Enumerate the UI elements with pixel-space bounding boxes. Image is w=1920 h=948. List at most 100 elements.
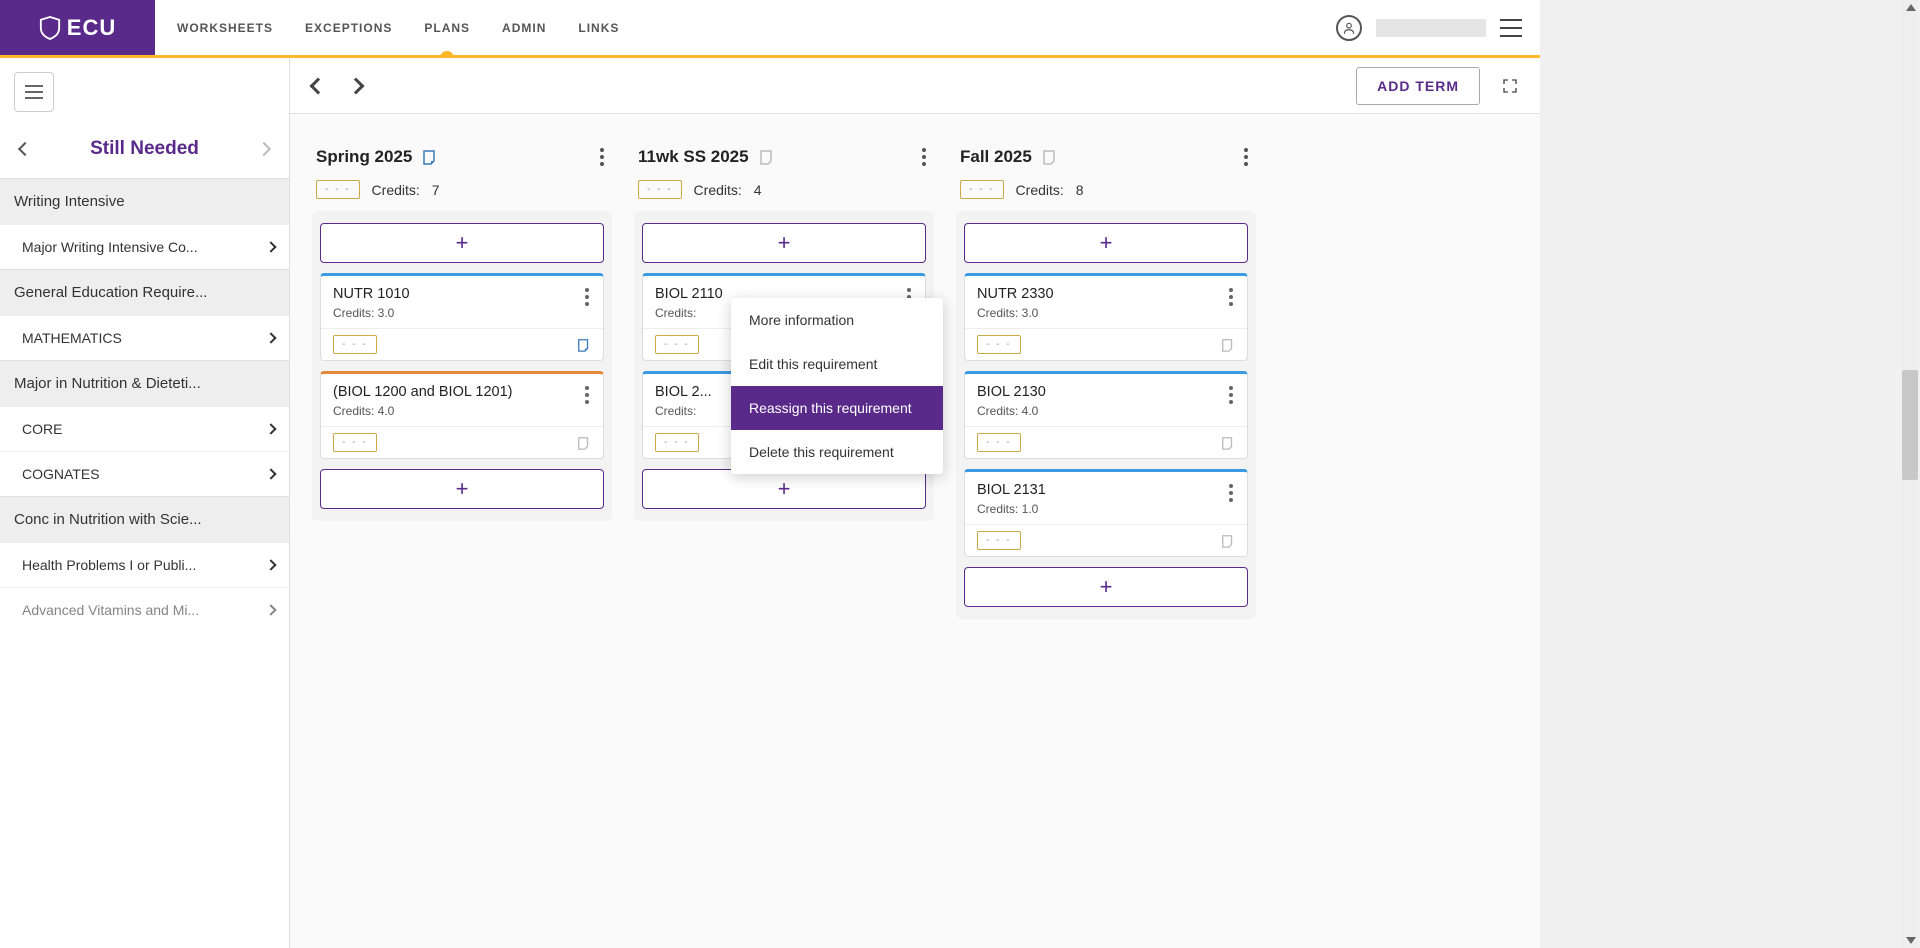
sidebar-list[interactable]: Writing Intensive Major Writing Intensiv…: [0, 178, 289, 948]
sidebar-item[interactable]: CORE: [0, 406, 289, 451]
add-course-button[interactable]: +: [320, 223, 604, 263]
course-credits: Credits: 4.0: [333, 404, 513, 418]
sidebar-item[interactable]: Advanced Vitamins and Mi...: [0, 587, 289, 632]
terms-prev-icon[interactable]: [310, 77, 327, 94]
note-icon[interactable]: [1221, 436, 1235, 450]
note-icon[interactable]: [1042, 149, 1058, 165]
term-title: Spring 2025: [316, 147, 412, 167]
course-name: BIOL 2130: [977, 384, 1046, 400]
course-card[interactable]: NUTR 1010 Credits: 3.0 - - -: [320, 273, 604, 361]
course-more-icon[interactable]: [1227, 286, 1235, 308]
term-credits-value: 8: [1076, 182, 1084, 198]
fullscreen-icon[interactable]: [1502, 78, 1518, 94]
nav-admin[interactable]: ADMIN: [502, 21, 546, 35]
sidebar-item[interactable]: COGNATES: [0, 451, 289, 496]
brand-logo[interactable]: ECU: [0, 0, 155, 55]
note-icon[interactable]: [759, 149, 775, 165]
sidebar-toggle-button[interactable]: [14, 72, 54, 112]
course-card[interactable]: BIOL 2130 Credits: 4.0 - - -: [964, 371, 1248, 459]
add-course-button[interactable]: +: [964, 567, 1248, 607]
person-icon: [1342, 21, 1356, 35]
course-more-icon[interactable]: [1227, 384, 1235, 406]
term-more-icon[interactable]: [1240, 144, 1252, 170]
sidebar-item[interactable]: MATHEMATICS: [0, 315, 289, 360]
sidebar-group: General Education Require...: [0, 269, 289, 315]
chevron-right-icon: [265, 468, 276, 479]
add-course-button[interactable]: +: [320, 469, 604, 509]
grade-placeholder: - - -: [977, 335, 1021, 354]
term-column: Spring 2025 - - - Credits: 7 +: [312, 144, 612, 918]
course-name: (BIOL 1200 and BIOL 1201): [333, 384, 513, 400]
sidebar-group: Major in Nutrition & Dieteti...: [0, 360, 289, 406]
ctx-edit-requirement[interactable]: Edit this requirement: [731, 342, 943, 386]
sidebar-title: Still Needed: [90, 138, 199, 160]
brand-text: ECU: [67, 15, 116, 41]
course-credits: Credits: 4.0: [977, 404, 1046, 418]
add-course-button[interactable]: +: [642, 469, 926, 509]
user-name-placeholder: [1376, 19, 1486, 37]
user-icon[interactable]: [1336, 15, 1362, 41]
ctx-reassign-requirement[interactable]: Reassign this requirement: [731, 386, 943, 430]
course-card[interactable]: BIOL 2131 Credits: 1.0 - - -: [964, 469, 1248, 557]
term-column: Fall 2025 - - - Credits: 8 +: [956, 144, 1256, 918]
nav-links-item[interactable]: LINKS: [578, 21, 619, 35]
scroll-up-icon[interactable]: [1906, 4, 1916, 11]
course-more-icon[interactable]: [1227, 482, 1235, 504]
grade-placeholder: - - -: [333, 433, 377, 452]
note-icon[interactable]: [1221, 338, 1235, 352]
nav-exceptions[interactable]: EXCEPTIONS: [305, 21, 392, 35]
course-card[interactable]: (BIOL 1200 and BIOL 1201) Credits: 4.0 -…: [320, 371, 604, 459]
chevron-right-icon: [265, 559, 276, 570]
ctx-delete-requirement[interactable]: Delete this requirement: [731, 430, 943, 474]
term-credits-value: 7: [432, 182, 440, 198]
nav-plans[interactable]: PLANS: [424, 21, 470, 35]
term-credits-value: 4: [754, 182, 762, 198]
scroll-down-icon[interactable]: [1906, 937, 1916, 944]
grade-placeholder: - - -: [316, 180, 360, 199]
terms-area: ADD TERM Spring 2025: [290, 58, 1540, 948]
grade-placeholder: - - -: [977, 531, 1021, 550]
grade-placeholder: - - -: [333, 335, 377, 354]
hamburger-menu-icon[interactable]: [1500, 19, 1522, 37]
add-term-button[interactable]: ADD TERM: [1356, 67, 1480, 105]
grade-placeholder: - - -: [655, 433, 699, 452]
course-credits: Credits: 3.0: [333, 306, 410, 320]
sidebar-next-icon[interactable]: [257, 142, 271, 156]
terms-toolbar: ADD TERM: [290, 58, 1540, 114]
note-icon[interactable]: [577, 436, 591, 450]
course-more-icon[interactable]: [583, 384, 591, 406]
term-more-icon[interactable]: [596, 144, 608, 170]
sidebar-group: Writing Intensive: [0, 178, 289, 224]
note-icon[interactable]: [1221, 534, 1235, 548]
note-icon[interactable]: [577, 338, 591, 352]
note-icon[interactable]: [422, 149, 438, 165]
right-empty-panel: [1540, 0, 1920, 948]
sidebar: Still Needed Writing Intensive Major Wri…: [0, 58, 290, 948]
course-card[interactable]: NUTR 2330 Credits: 3.0 - - -: [964, 273, 1248, 361]
course-credits: Credits:: [655, 404, 712, 418]
add-course-button[interactable]: +: [964, 223, 1248, 263]
course-name: BIOL 2131: [977, 482, 1046, 498]
terms-next-icon[interactable]: [348, 77, 365, 94]
ctx-more-info[interactable]: More information: [731, 298, 943, 342]
sidebar-prev-icon[interactable]: [18, 142, 32, 156]
course-more-icon[interactable]: [583, 286, 591, 308]
nav-links: WORKSHEETS EXCEPTIONS PLANS ADMIN LINKS: [155, 0, 619, 55]
nav-worksheets[interactable]: WORKSHEETS: [177, 21, 273, 35]
chevron-right-icon: [265, 604, 276, 615]
course-credits: Credits: 3.0: [977, 306, 1054, 320]
credits-label: Credits:: [372, 182, 420, 198]
course-name: BIOL 2...: [655, 384, 712, 400]
sidebar-item[interactable]: Health Problems I or Publi...: [0, 542, 289, 587]
sidebar-item[interactable]: Major Writing Intensive Co...: [0, 224, 289, 269]
chevron-right-icon: [265, 241, 276, 252]
course-credits: Credits:: [655, 306, 723, 320]
chevron-right-icon: [265, 423, 276, 434]
grade-placeholder: - - -: [638, 180, 682, 199]
terms-row: Spring 2025 - - - Credits: 7 +: [290, 114, 1540, 948]
term-more-icon[interactable]: [918, 144, 930, 170]
course-card[interactable]: BIOL 2110 Credits: - - -: [642, 273, 926, 361]
sidebar-group: Conc in Nutrition with Scie...: [0, 496, 289, 542]
add-course-button[interactable]: +: [642, 223, 926, 263]
page-scrollbar-thumb[interactable]: [1902, 370, 1918, 480]
